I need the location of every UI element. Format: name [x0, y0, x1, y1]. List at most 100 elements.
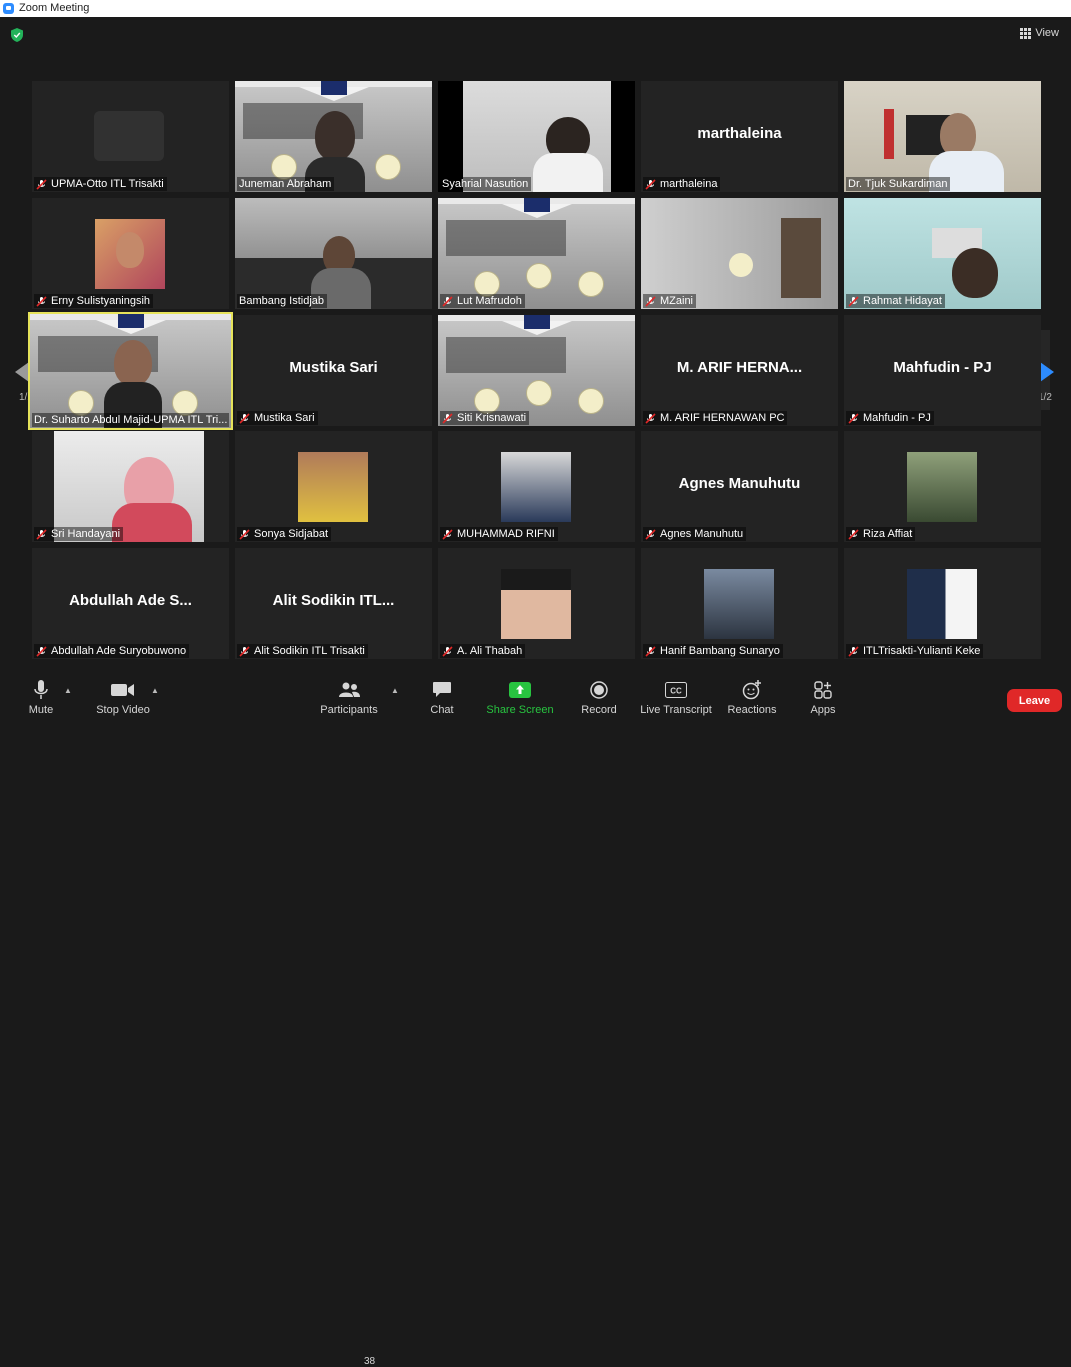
- profile-photo: [501, 569, 571, 639]
- participant-name: Mahfudin - PJ: [846, 411, 934, 425]
- participants-count: 38: [364, 1356, 376, 1367]
- participant-tile[interactable]: Juneman Abraham: [235, 81, 432, 192]
- video-options-caret-icon[interactable]: ▲: [151, 686, 159, 695]
- shield-icon[interactable]: [11, 28, 23, 42]
- closed-caption-icon: CC: [665, 682, 687, 698]
- participant-display-name: Mahfudin - PJ: [893, 359, 992, 376]
- participant-tile[interactable]: A. Ali Thabah: [438, 548, 635, 659]
- profile-photo: [907, 569, 977, 639]
- participant-display-name: Abdullah Ade S...: [69, 592, 192, 609]
- share-screen-label: Share Screen: [486, 704, 554, 716]
- participant-tile[interactable]: Bambang Istidjab: [235, 198, 432, 309]
- participant-tile[interactable]: Siti Krisnawati: [438, 315, 635, 426]
- participant-tile[interactable]: Erny Sulistyaningsih: [32, 198, 229, 309]
- mic-muted-icon: [239, 528, 250, 540]
- participant-name: Mustika Sari: [237, 411, 318, 425]
- profile-photo: [501, 452, 571, 522]
- reactions-button[interactable]: Reactions: [726, 680, 778, 716]
- participant-name: Abdullah Ade Suryobuwono: [34, 644, 190, 658]
- participant-tile[interactable]: Dr. Tjuk Sukardiman: [844, 81, 1041, 192]
- leave-button[interactable]: Leave: [1007, 689, 1062, 712]
- participant-name: UPMA-Otto ITL Trisakti: [34, 177, 167, 191]
- next-page-arrow-icon[interactable]: [1040, 362, 1054, 382]
- participant-name: Rahmat Hidayat: [846, 294, 945, 308]
- participant-tile[interactable]: MUHAMMAD RIFNI: [438, 431, 635, 542]
- participant-tile[interactable]: UPMA-Otto ITL Trisakti: [32, 81, 229, 192]
- participant-display-name: Mustika Sari: [289, 359, 378, 376]
- microphone-icon: [34, 680, 48, 699]
- participants-options-caret-icon[interactable]: ▲: [391, 686, 399, 695]
- participant-tile[interactable]: Agnes Manuhutu Agnes Manuhutu: [641, 431, 838, 542]
- apps-label: Apps: [810, 704, 836, 716]
- participant-name: ITLTrisakti-Yulianti Keke: [846, 644, 984, 658]
- participant-tile[interactable]: MZaini: [641, 198, 838, 309]
- view-button[interactable]: View: [1020, 27, 1059, 39]
- participant-tile[interactable]: Sri Handayani: [32, 431, 229, 542]
- mute-label: Mute: [28, 704, 54, 716]
- chat-label: Chat: [430, 704, 454, 716]
- participant-name: Juneman Abraham: [237, 177, 335, 191]
- mute-button[interactable]: Mute: [22, 680, 60, 716]
- participant-display-name: marthaleina: [697, 125, 782, 142]
- profile-photo: [907, 452, 977, 522]
- participant-name: marthaleina: [643, 177, 721, 191]
- view-label: View: [1035, 27, 1059, 39]
- participant-tile[interactable]: Syahrial Nasution: [438, 81, 635, 192]
- participant-name: Siti Krisnawati: [440, 411, 530, 425]
- participant-tile[interactable]: Sonya Sidjabat: [235, 431, 432, 542]
- participant-tile[interactable]: M. ARIF HERNA... M. ARIF HERNAWAN PC: [641, 315, 838, 426]
- participant-tile[interactable]: marthaleina marthaleina: [641, 81, 838, 192]
- participant-tile[interactable]: Abdullah Ade S... Abdullah Ade Suryobuwo…: [32, 548, 229, 659]
- previous-page-arrow-icon[interactable]: [15, 362, 29, 382]
- record-label: Record: [581, 704, 617, 716]
- participant-tile[interactable]: Riza Affiat: [844, 431, 1041, 542]
- emoji-plus-icon: [742, 680, 761, 700]
- audio-options-caret-icon[interactable]: ▲: [64, 686, 72, 695]
- mic-muted-icon: [239, 412, 250, 424]
- profile-photo: [298, 452, 368, 522]
- mic-muted-icon: [848, 412, 859, 424]
- zoom-logo-icon: [3, 3, 14, 14]
- profile-photo: [704, 569, 774, 639]
- meeting-toolbar: Mute ▲ Stop Video ▲ Participants 38 ▲ Ch…: [0, 672, 1071, 1367]
- participant-tile[interactable]: Alit Sodikin ITL... Alit Sodikin ITL Tri…: [235, 548, 432, 659]
- participant-tile[interactable]: Lut Mafrudoh: [438, 198, 635, 309]
- participant-tile[interactable]: Hanif Bambang Sunaryo: [641, 548, 838, 659]
- participant-name: Agnes Manuhutu: [643, 527, 747, 541]
- apps-icon: [814, 681, 832, 699]
- participant-name: A. Ali Thabah: [440, 644, 526, 658]
- participant-name: Riza Affiat: [846, 527, 916, 541]
- window-title: Zoom Meeting: [19, 2, 90, 14]
- mic-muted-icon: [442, 295, 453, 307]
- share-screen-button[interactable]: Share Screen: [484, 680, 556, 716]
- window-titlebar: Zoom Meeting: [0, 0, 1071, 17]
- record-button[interactable]: Record: [578, 680, 620, 716]
- participant-tile[interactable]: Mustika Sari Mustika Sari: [235, 315, 432, 426]
- live-transcript-button[interactable]: CC Live Transcript: [638, 680, 714, 716]
- chat-button[interactable]: Chat: [424, 680, 460, 716]
- active-speaker-tile[interactable]: Dr. Suharto Abdul Majid-UPMA ITL Tri...: [28, 312, 233, 430]
- participant-tile[interactable]: ITLTrisakti-Yulianti Keke: [844, 548, 1041, 659]
- participant-name: M. ARIF HERNAWAN PC: [643, 411, 788, 425]
- participant-name: Sri Handayani: [34, 527, 124, 541]
- participant-name: Sonya Sidjabat: [237, 527, 331, 541]
- chat-bubble-icon: [433, 682, 451, 697]
- participants-icon: [339, 682, 360, 697]
- shared-slide-video: [438, 315, 635, 426]
- participant-name: Bambang Istidjab: [237, 294, 327, 308]
- mic-muted-icon: [36, 295, 47, 307]
- apps-button[interactable]: Apps: [806, 680, 840, 716]
- mic-muted-icon: [645, 645, 656, 657]
- stop-video-button[interactable]: Stop Video: [92, 680, 154, 716]
- share-screen-icon: [509, 682, 531, 698]
- mic-muted-icon: [36, 178, 47, 190]
- placeholder-logo: [94, 111, 164, 161]
- participant-name: Erny Sulistyaningsih: [34, 294, 154, 308]
- participants-button[interactable]: Participants: [316, 680, 382, 716]
- mic-muted-icon: [848, 295, 859, 307]
- participant-display-name: M. ARIF HERNA...: [676, 359, 803, 376]
- participant-tile[interactable]: Rahmat Hidayat: [844, 198, 1041, 309]
- participant-tile[interactable]: Mahfudin - PJ Mahfudin - PJ: [844, 315, 1041, 426]
- video-camera-icon: [111, 684, 134, 696]
- participant-name: Hanif Bambang Sunaryo: [643, 644, 783, 658]
